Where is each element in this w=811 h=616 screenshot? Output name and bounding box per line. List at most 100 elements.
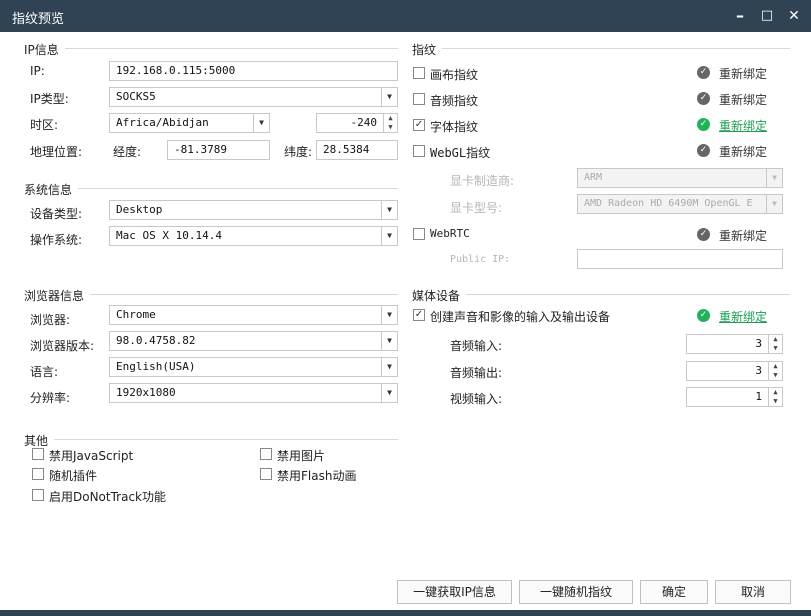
checkbox-canvas[interactable] xyxy=(413,67,425,79)
longitude-label: 经度: xyxy=(113,145,142,159)
random-fingerprint-button[interactable]: 一键随机指纹 xyxy=(519,580,633,604)
os-label: 操作系统: xyxy=(30,233,83,247)
ip-type-select[interactable]: SOCKS5 ▼ xyxy=(109,87,398,107)
spin-down-icon[interactable]: ▼ xyxy=(773,397,777,405)
ok-button[interactable]: 确定 xyxy=(640,580,708,604)
rebind-webrtc-link[interactable]: 重新绑定 xyxy=(719,227,767,244)
video-in-stepper[interactable]: 1 ▲ ▼ xyxy=(686,387,783,407)
chevron-down-icon[interactable]: ▼ xyxy=(766,169,782,187)
checkbox-disable-flash[interactable] xyxy=(260,468,272,480)
divider xyxy=(412,48,790,49)
audio-out-stepper[interactable]: 3 ▲ ▼ xyxy=(686,361,783,381)
gpu-model-value: AMD Radeon HD 6490M OpenGL E xyxy=(584,198,753,209)
rebind-font-link[interactable]: 重新绑定 xyxy=(719,117,767,134)
gpu-model-select[interactable]: AMD Radeon HD 6490M OpenGL E ▼ xyxy=(577,194,783,214)
chevron-down-icon[interactable]: ▼ xyxy=(381,332,397,350)
checkbox-webrtc[interactable] xyxy=(413,228,425,240)
canvas-label: 画布指纹 xyxy=(430,68,479,82)
maximize-icon[interactable]: □ xyxy=(755,4,779,28)
section-fingerprint: 指纹 xyxy=(412,41,443,58)
webgl-label: WebGL指纹 xyxy=(430,146,491,160)
ip-field[interactable]: 192.168.0.115:5000 xyxy=(109,61,398,81)
audio-out-label: 音频输出: xyxy=(450,366,503,380)
device-type-value: Desktop xyxy=(116,203,163,216)
browser-version-value: 98.0.4758.82 xyxy=(116,334,196,347)
bottom-bar xyxy=(0,610,811,616)
gpu-model-label: 显卡型号: xyxy=(450,201,503,215)
public-ip-field[interactable] xyxy=(577,249,783,269)
spinner-icon[interactable]: ▲ ▼ xyxy=(768,362,782,380)
longitude-field[interactable]: -81.3789 xyxy=(167,140,270,160)
ip-value: 192.168.0.115:5000 xyxy=(116,64,236,77)
chevron-down-icon[interactable]: ▼ xyxy=(253,114,269,132)
checkbox-dnt[interactable] xyxy=(32,489,44,501)
get-ip-info-button[interactable]: 一键获取IP信息 xyxy=(397,580,512,604)
spin-down-icon[interactable]: ▼ xyxy=(388,123,392,131)
device-type-label: 设备类型: xyxy=(30,207,83,221)
disable-images-label: 禁用图片 xyxy=(277,449,326,463)
section-ip-info: IP信息 xyxy=(24,41,65,58)
latitude-label: 纬度: xyxy=(284,145,313,159)
section-browser-info: 浏览器信息 xyxy=(24,287,91,304)
checkbox-audio[interactable] xyxy=(413,93,425,105)
resolution-value: 1920x1080 xyxy=(116,386,176,399)
checkbox-font[interactable]: ✓ xyxy=(413,119,425,131)
cancel-button[interactable]: 取消 xyxy=(715,580,791,604)
spinner-icon[interactable]: ▲ ▼ xyxy=(383,114,397,132)
check-circle-icon: ✓ xyxy=(697,92,710,105)
check-circle-icon: ✓ xyxy=(697,144,710,157)
checkbox-create-devices[interactable]: ✓ xyxy=(413,309,425,321)
checkbox-disable-js[interactable] xyxy=(32,448,44,460)
resolution-label: 分辨率: xyxy=(30,391,71,405)
audio-in-stepper[interactable]: 3 ▲ ▼ xyxy=(686,334,783,354)
close-icon[interactable]: ✕ xyxy=(782,4,806,28)
browser-select[interactable]: Chrome ▼ xyxy=(109,305,398,325)
language-value: English(USA) xyxy=(116,360,196,373)
ip-label: IP: xyxy=(30,64,45,78)
timezone-offset-value: -240 xyxy=(350,116,378,129)
check-circle-icon: ✓ xyxy=(697,228,710,241)
chevron-down-icon[interactable]: ▼ xyxy=(381,201,397,219)
divider xyxy=(24,188,398,189)
gpu-vendor-value: ARM xyxy=(584,172,603,183)
chevron-down-icon[interactable]: ▼ xyxy=(766,195,782,213)
rebind-canvas-link[interactable]: 重新绑定 xyxy=(719,65,767,82)
chevron-down-icon[interactable]: ▼ xyxy=(381,384,397,402)
font-label: 字体指纹 xyxy=(430,120,479,134)
chevron-down-icon[interactable]: ▼ xyxy=(381,358,397,376)
browser-version-select[interactable]: 98.0.4758.82 ▼ xyxy=(109,331,398,351)
timezone-value: Africa/Abidjan xyxy=(116,116,209,129)
checkbox-random-plugins[interactable] xyxy=(32,468,44,480)
spin-down-icon[interactable]: ▼ xyxy=(773,344,777,352)
os-select[interactable]: Mac OS X 10.14.4 ▼ xyxy=(109,226,398,246)
checkbox-webgl[interactable] xyxy=(413,145,425,157)
chevron-down-icon[interactable]: ▼ xyxy=(381,227,397,245)
video-in-label: 视频输入: xyxy=(450,392,503,406)
minimize-icon[interactable]: – xyxy=(728,4,752,28)
audio-in-value: 3 xyxy=(755,337,762,350)
geo-label: 地理位置: xyxy=(30,145,83,159)
check-circle-icon: ✓ xyxy=(697,309,710,322)
device-type-select[interactable]: Desktop ▼ xyxy=(109,200,398,220)
timezone-label: 时区: xyxy=(30,118,59,132)
chevron-down-icon[interactable]: ▼ xyxy=(381,306,397,324)
spin-up-icon[interactable]: ▲ xyxy=(388,114,392,122)
chevron-down-icon[interactable]: ▼ xyxy=(381,88,397,106)
spin-up-icon[interactable]: ▲ xyxy=(773,362,777,370)
timezone-select[interactable]: Africa/Abidjan ▼ xyxy=(109,113,270,133)
spin-down-icon[interactable]: ▼ xyxy=(773,371,777,379)
spin-up-icon[interactable]: ▲ xyxy=(773,388,777,396)
latitude-field[interactable]: 28.5384 xyxy=(316,140,398,160)
timezone-offset-stepper[interactable]: -240 ▲ ▼ xyxy=(316,113,398,133)
disable-flash-label: 禁用Flash动画 xyxy=(277,469,357,483)
spinner-icon[interactable]: ▲ ▼ xyxy=(768,335,782,353)
spinner-icon[interactable]: ▲ ▼ xyxy=(768,388,782,406)
resolution-select[interactable]: 1920x1080 ▼ xyxy=(109,383,398,403)
gpu-vendor-select[interactable]: ARM ▼ xyxy=(577,168,783,188)
rebind-webgl-link[interactable]: 重新绑定 xyxy=(719,143,767,160)
rebind-media-link[interactable]: 重新绑定 xyxy=(719,308,767,325)
spin-up-icon[interactable]: ▲ xyxy=(773,335,777,343)
checkbox-disable-images[interactable] xyxy=(260,448,272,460)
language-select[interactable]: English(USA) ▼ xyxy=(109,357,398,377)
rebind-audio-link[interactable]: 重新绑定 xyxy=(719,91,767,108)
